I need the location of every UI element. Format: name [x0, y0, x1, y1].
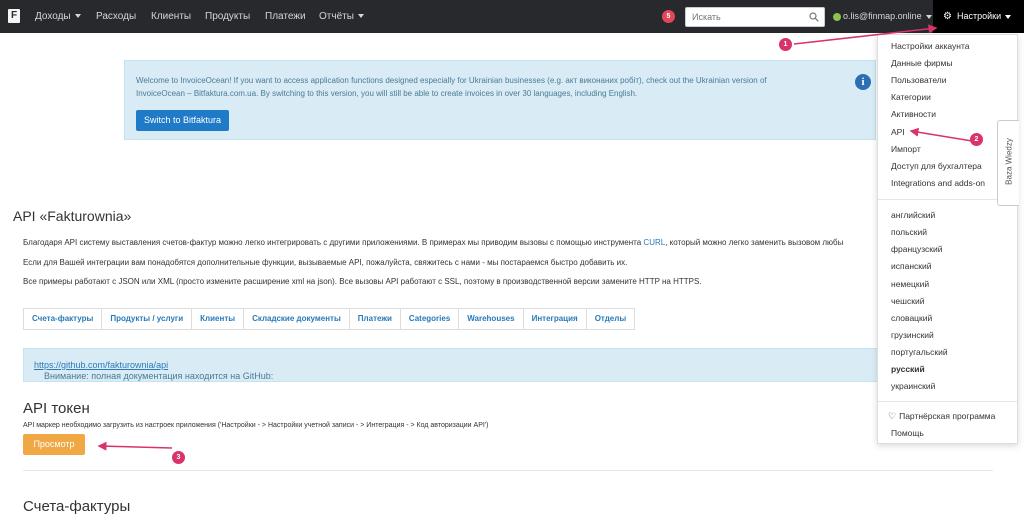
menu-item-company-data[interactable]: Данные фирмы: [891, 58, 953, 68]
nav-expenses[interactable]: Расходы: [96, 0, 136, 33]
top-navbar: F Доходы Расходы Клиенты Продукты Платеж…: [0, 0, 1024, 33]
tab-categories[interactable]: Categories: [401, 309, 460, 329]
additional-functions-paragraph: Если для Вашей интеграции вам понадобятс…: [23, 258, 628, 267]
tab-warehouse-documents[interactable]: Складские документы: [244, 309, 350, 329]
annotation-marker-1: 1: [779, 38, 792, 51]
notification-badge[interactable]: 5: [662, 10, 675, 23]
view-token-button[interactable]: Просмотр: [23, 434, 85, 455]
menu-item-account-settings[interactable]: Настройки аккаунта: [891, 41, 970, 51]
menu-item-activities[interactable]: Активности: [891, 109, 936, 119]
tab-departments[interactable]: Отделы: [587, 309, 634, 329]
nav-reports[interactable]: Отчёты: [319, 0, 364, 33]
nav-income[interactable]: Доходы: [35, 0, 81, 33]
search-box: [685, 7, 825, 27]
language-spanish[interactable]: испанский: [891, 261, 932, 271]
menu-item-import[interactable]: Импорт: [891, 144, 921, 154]
page-title: API «Fakturownia»: [13, 208, 132, 224]
curl-link[interactable]: CURL: [643, 238, 665, 247]
knowledge-base-label: Baza Wiedzy: [1004, 138, 1014, 185]
nav-clients[interactable]: Клиенты: [151, 0, 191, 33]
tab-warehouses[interactable]: Warehouses: [459, 309, 524, 329]
gear-icon: ⚙: [943, 11, 952, 22]
api-token-description: API маркер необходимо загрузить из настр…: [23, 422, 489, 429]
tab-invoices[interactable]: Счета-фактуры: [24, 309, 103, 329]
language-german[interactable]: немецкий: [891, 279, 929, 289]
settings-menu-button[interactable]: ⚙ Настройки: [933, 0, 1024, 33]
nav-payments[interactable]: Платежи: [265, 0, 306, 33]
menu-item-integrations[interactable]: Integrations and adds-on: [891, 178, 985, 188]
switch-to-bitfaktura-button[interactable]: Switch to Bitfaktura: [136, 110, 229, 131]
github-notice-text: Внимание: полная документация находится …: [34, 360, 274, 381]
nav-products[interactable]: Продукты: [205, 0, 250, 33]
settings-dropdown: Настройки аккаунта Данные фирмы Пользова…: [877, 34, 1018, 444]
language-czech[interactable]: чешский: [891, 296, 924, 306]
tab-clients[interactable]: Клиенты: [192, 309, 245, 329]
chevron-down-icon: [925, 14, 932, 19]
menu-item-accountant-access[interactable]: Доступ для бухгалтера: [891, 161, 982, 171]
welcome-banner: Welcome to InvoiceOcean! If you want to …: [124, 60, 876, 140]
json-xml-paragraph: Все примеры работают с JSON или XML (про…: [23, 277, 702, 286]
annotation-marker-3: 3: [172, 451, 185, 464]
heart-icon: ♡: [888, 411, 897, 421]
chevron-down-icon: [1005, 14, 1012, 19]
github-docs-link[interactable]: https://github.com/fakturownia/api: [34, 360, 168, 370]
language-georgian[interactable]: грузинский: [891, 330, 934, 340]
welcome-banner-text: Welcome to InvoiceOcean! If you want to …: [136, 76, 767, 98]
tab-products-services[interactable]: Продукты / услуги: [102, 309, 193, 329]
menu-item-users[interactable]: Пользователи: [891, 75, 946, 85]
language-ukrainian[interactable]: украинский: [891, 381, 935, 391]
search-icon[interactable]: [809, 12, 819, 22]
divider: [23, 470, 993, 471]
info-icon: i: [855, 74, 871, 90]
language-slovak[interactable]: словацкий: [891, 313, 932, 323]
annotation-marker-2: 2: [970, 133, 983, 146]
invoices-heading: Счета-фактуры: [23, 498, 131, 515]
app-logo[interactable]: F: [8, 9, 20, 23]
annotation-arrow-3: [97, 441, 173, 451]
language-french[interactable]: французский: [891, 244, 943, 254]
search-input[interactable]: [692, 10, 802, 24]
page: F Доходы Расходы Клиенты Продукты Платеж…: [0, 0, 1024, 522]
user-menu[interactable]: o.lis@finmap.online: [833, 0, 932, 33]
language-polish[interactable]: польский: [891, 227, 927, 237]
menu-item-partner-program[interactable]: ♡ Партнёрская программа: [888, 411, 995, 422]
knowledge-base-tab[interactable]: Baza Wiedzy: [997, 120, 1019, 206]
github-notice: Внимание: полная документация находится …: [23, 348, 878, 382]
api-sections-tabs: Счета-фактуры Продукты / услуги Клиенты …: [23, 308, 636, 330]
tab-integration[interactable]: Интеграция: [524, 309, 587, 329]
menu-divider: [878, 401, 1017, 402]
chevron-down-icon: [74, 14, 81, 19]
intro-paragraph: Благодаря API систему выставления счетов…: [23, 238, 844, 247]
tab-payments[interactable]: Платежи: [350, 309, 401, 329]
language-english[interactable]: английский: [891, 210, 935, 220]
chevron-down-icon: [357, 14, 364, 19]
api-token-heading: API токен: [23, 400, 90, 417]
language-portuguese[interactable]: португальский: [891, 347, 948, 357]
menu-item-api[interactable]: API: [891, 127, 905, 137]
language-russian[interactable]: русский: [891, 364, 925, 374]
menu-item-help[interactable]: Помощь: [891, 428, 924, 438]
menu-item-categories[interactable]: Категории: [891, 92, 931, 102]
user-status-icon: [833, 12, 841, 21]
